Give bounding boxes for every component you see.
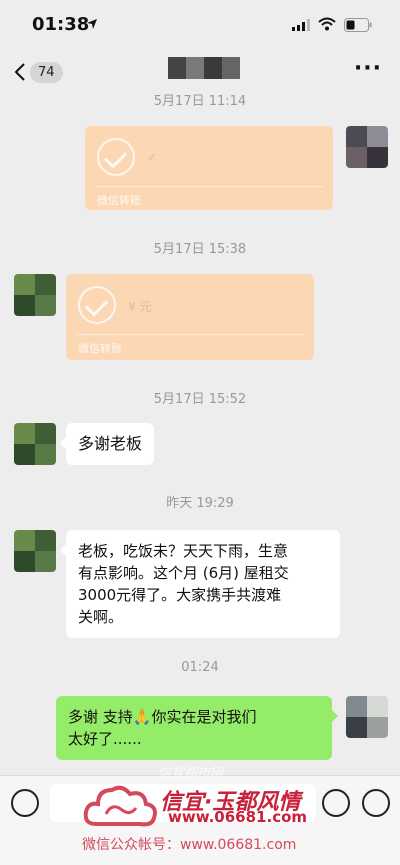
message-text-line: 太好了...... (68, 730, 142, 748)
message-text-line: 有点影响。这个月 (6月) 屋租交 (78, 564, 289, 582)
back-button[interactable]: 74 (14, 59, 68, 85)
divider (95, 186, 323, 187)
message-bubble-sent[interactable]: 多谢 支持🙏你实在是对我们 太好了...... (56, 696, 338, 760)
location-arrow-icon (87, 19, 97, 29)
transfer-label: 微信转账 (78, 342, 122, 355)
cellular-signal-icon (292, 19, 310, 31)
transfer-card-sent[interactable]: ✓ 微信转账 (85, 126, 333, 210)
timestamp: 昨天 19:29 (166, 496, 234, 511)
chat-area: 5月17日 11:14 ✓ 微信转账 5月17日 15:38 ¥ 元 微信转账 … (0, 90, 400, 775)
redacted-block (168, 57, 186, 79)
status-bar: 01:38 (0, 0, 400, 50)
status-time: 01:38 (32, 14, 90, 35)
watermark-text-faint: 信宜都市网 (158, 766, 224, 781)
unread-count-badge: 74 (30, 61, 63, 83)
transfer-card-received[interactable]: ¥ 元 微信转账 (66, 274, 314, 360)
message-text-line: 3000元得了。大家携手共渡难 (78, 586, 282, 604)
chat-title-redacted (168, 57, 240, 79)
cloud-logo-icon (83, 785, 157, 827)
message-bubble-received[interactable]: 老板，吃饭未？天天下雨，生意 有点影响。这个月 (6月) 屋租交 3000元得了… (60, 530, 340, 638)
battery-icon (344, 18, 372, 32)
contact-avatar[interactable] (14, 423, 56, 465)
divider (76, 334, 304, 335)
watermark-site: www.06681.com (168, 808, 308, 826)
my-avatar[interactable] (346, 696, 388, 738)
message-text-line: 多谢 支持🙏你实在是对我们 (68, 708, 257, 726)
timestamp: 5月17日 15:38 (153, 242, 247, 257)
check-icon (78, 286, 116, 324)
nav-bar: 74 ··· (0, 50, 400, 92)
message-text-line: 老板，吃饭未？天天下雨，生意 (78, 542, 289, 560)
chevron-left-icon (14, 63, 25, 81)
my-avatar[interactable] (346, 126, 388, 168)
redacted-block (204, 57, 222, 79)
contact-avatar[interactable] (14, 274, 56, 316)
redacted-block (186, 57, 204, 79)
plus-icon[interactable] (362, 789, 390, 817)
transfer-amount: ¥ 元 (128, 300, 152, 314)
more-options-button[interactable]: ··· (354, 58, 382, 80)
timestamp: 5月17日 15:52 (153, 392, 247, 407)
wifi-icon (318, 17, 336, 31)
contact-avatar[interactable] (14, 530, 56, 572)
timestamp: 01:24 (181, 660, 219, 675)
emoji-icon[interactable] (322, 789, 350, 817)
transfer-amount: ✓ (147, 150, 158, 164)
transfer-label: 微信转账 (97, 194, 141, 207)
message-bubble-received[interactable]: 多谢老板 (59, 423, 155, 465)
voice-input-icon[interactable] (11, 789, 39, 817)
message-text: 多谢老板 (78, 434, 143, 453)
redacted-block (222, 57, 240, 79)
timestamp: 5月17日 11:14 (153, 94, 247, 109)
check-icon (97, 138, 135, 176)
message-text-line: 关啊。 (78, 608, 124, 626)
watermark-account: 微信公众帐号：www.06681.com (82, 837, 297, 853)
